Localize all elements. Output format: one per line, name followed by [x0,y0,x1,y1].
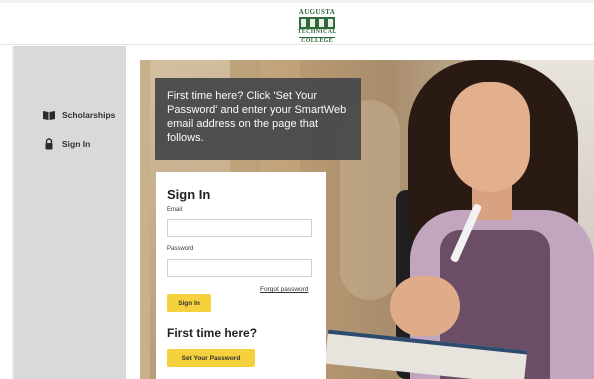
set-password-button[interactable]: Set Your Password [167,349,255,367]
sign-in-button[interactable]: Sign In [167,294,211,312]
book-icon [43,111,55,120]
forgot-password-link[interactable]: Forgot password [260,286,308,293]
padlock-icon [45,138,53,150]
sidebar-item-label: Scholarships [62,110,116,120]
photo-student-hand [390,276,460,336]
password-label: Password [167,246,194,252]
logo-emblem-icon [299,17,335,29]
photo-student-face [450,82,530,192]
sidebar: Scholarships Sign In [14,46,126,379]
logo-line-1: AUGUSTA [298,8,336,16]
header-divider [0,44,594,45]
college-logo[interactable]: AUGUSTA TECHNICAL COLLEGE [296,8,338,46]
email-label: Email [167,207,183,213]
callout-text: First time here? Click 'Set Your Passwor… [167,90,347,144]
sidebar-item-scholarships[interactable]: Scholarships [42,109,115,121]
sidebar-item-sign-in[interactable]: Sign In [42,138,90,150]
first-time-callout: First time here? Click 'Set Your Passwor… [155,78,361,160]
sign-in-panel: Sign In Email Password Forgot password S… [156,172,326,379]
email-input[interactable] [167,219,312,237]
first-time-heading: First time here? [167,326,258,340]
sign-in-title: Sign In [167,187,211,202]
logo-line-2: TECHNICAL [297,29,337,35]
password-input[interactable] [167,259,312,277]
sidebar-item-label: Sign In [62,139,91,149]
top-header: AUGUSTA TECHNICAL COLLEGE [0,0,594,46]
